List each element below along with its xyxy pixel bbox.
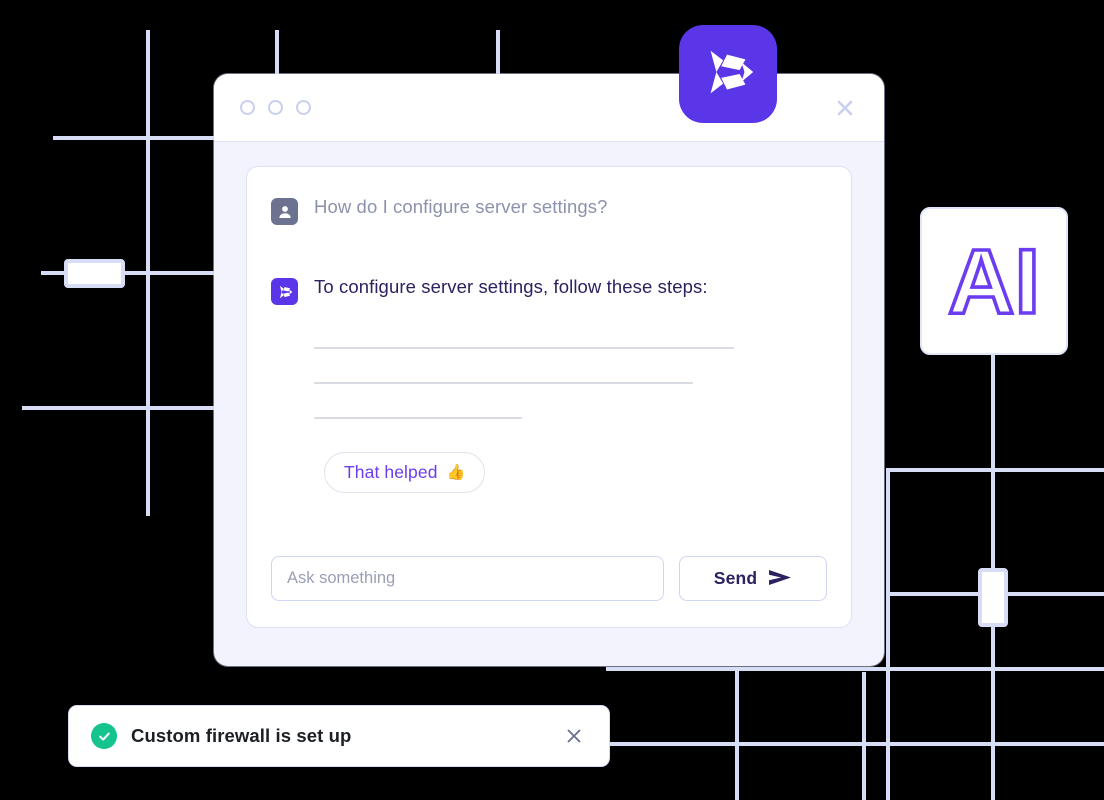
window-body: How do I configure server settings? To c… [214,142,884,628]
toast-close-icon[interactable] [561,723,587,749]
window-titlebar [214,74,884,142]
composer: Send [271,556,827,601]
response-placeholder-lines [271,347,827,419]
thumbs-up-icon: 👍 [446,464,466,481]
message-row-assistant: To configure server settings, follow the… [271,275,827,305]
message-row-user: How do I configure server settings? [271,195,827,225]
ai-card: AI [920,207,1068,355]
window-control-dots [240,100,311,115]
user-avatar-icon [271,198,298,225]
success-check-icon [91,723,117,749]
that-helped-label: That helped [344,462,438,482]
screenshot-root: How do I configure server settings? To c… [0,0,1104,800]
ai-outline-text: AI [946,235,1042,327]
send-button-label: Send [713,568,758,588]
placeholder-line [314,382,693,384]
app-logo-badge [679,25,777,123]
ask-input[interactable] [271,556,664,601]
assistant-logo-icon [271,278,298,305]
assistant-message-text: To configure server settings, follow the… [314,276,708,297]
that-helped-button[interactable]: That helped 👍 [324,452,486,493]
window-dot-maximize[interactable] [296,100,311,115]
circuit-node-left [64,259,125,288]
send-arrow-icon [768,569,792,589]
circuit-node-right [978,568,1008,627]
chat-window: How do I configure server settings? To c… [214,74,884,666]
chat-transcript-card: How do I configure server settings? To c… [246,166,852,628]
user-message-text: How do I configure server settings? [314,196,608,217]
toast-notification: Custom firewall is set up [68,705,610,767]
ai-label: AI [948,235,1040,327]
window-dot-close[interactable] [240,100,255,115]
toast-message: Custom firewall is set up [131,725,352,746]
placeholder-line [314,347,734,349]
window-dot-minimize[interactable] [268,100,283,115]
app-logo-icon [697,41,759,108]
close-icon[interactable] [830,93,860,123]
send-button[interactable]: Send [679,556,827,601]
